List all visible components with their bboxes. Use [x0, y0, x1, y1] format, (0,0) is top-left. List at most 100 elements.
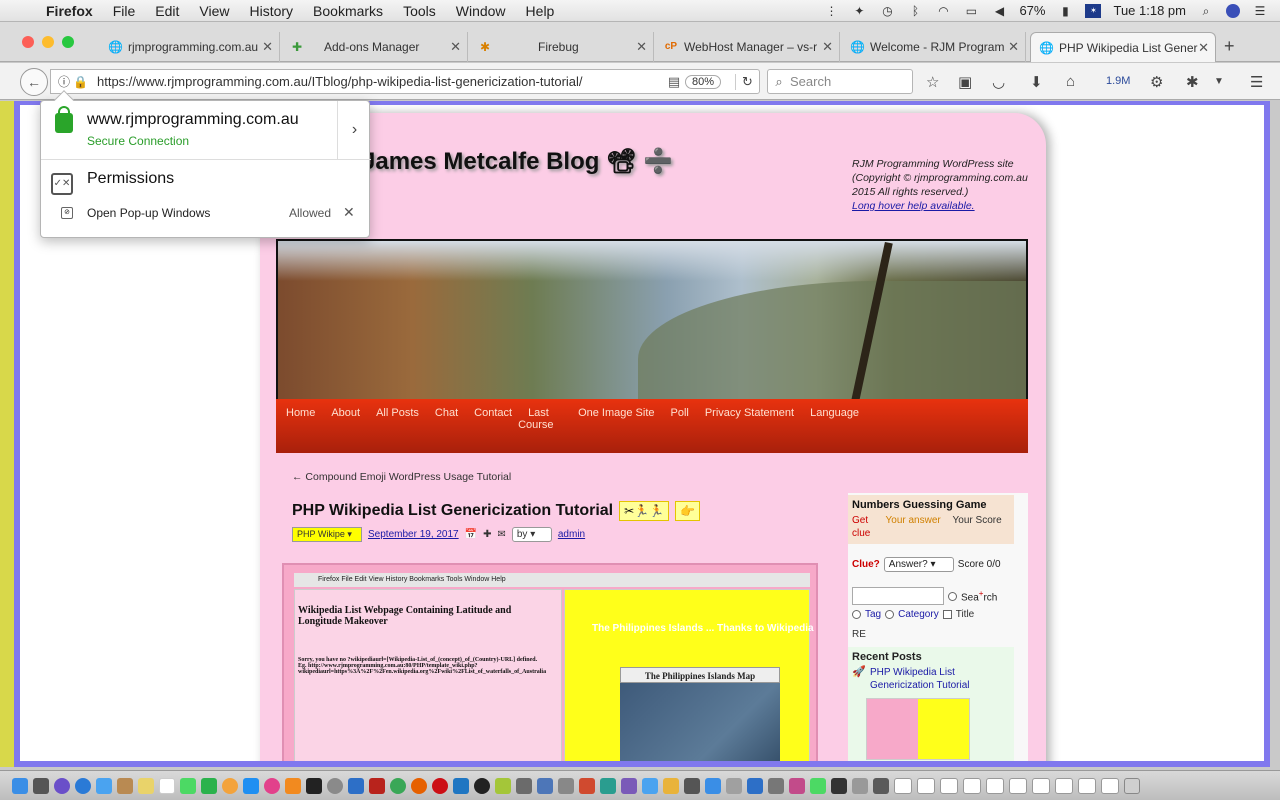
- messages-icon[interactable]: [180, 777, 196, 794]
- trash-icon[interactable]: [1124, 777, 1140, 794]
- clear-permission-icon[interactable]: ✕: [343, 204, 355, 221]
- calendar-dock-icon[interactable]: [159, 777, 175, 794]
- pocket-icon[interactable]: ◡: [992, 73, 1005, 91]
- close-tab-icon[interactable]: ✕: [450, 39, 461, 55]
- opera-icon[interactable]: [432, 777, 448, 794]
- app-icon[interactable]: [852, 777, 868, 794]
- github-icon[interactable]: [474, 777, 490, 794]
- close-tab-icon[interactable]: ✕: [1198, 40, 1209, 56]
- title-checkbox[interactable]: [942, 610, 952, 619]
- downloads-icon[interactable]: ⬇: [1030, 73, 1043, 91]
- tab-firebug[interactable]: ✱ Firebug ✕: [470, 32, 654, 62]
- tab-php-wikipedia-active[interactable]: 🌐 PHP Wikipedia List Gener ✕: [1030, 32, 1216, 62]
- search-radio[interactable]: [948, 591, 957, 601]
- recent-post-thumbnail[interactable]: [866, 698, 970, 760]
- nav-language[interactable]: Language: [810, 407, 859, 427]
- app-icon[interactable]: [747, 777, 763, 794]
- clock[interactable]: Tue 1:18 pm: [1113, 3, 1186, 18]
- close-tab-icon[interactable]: ✕: [636, 39, 647, 55]
- share-icon[interactable]: ✉: [497, 529, 505, 540]
- close-tab-icon[interactable]: ✕: [822, 39, 833, 55]
- answer-select[interactable]: Answer? ▾: [883, 557, 954, 572]
- site-info-icon[interactable]: ⓘ: [55, 73, 73, 90]
- app-icon[interactable]: [579, 777, 595, 794]
- window-thumbnail[interactable]: [986, 777, 1004, 794]
- close-tab-icon[interactable]: ✕: [262, 39, 273, 55]
- recent-post-title[interactable]: PHP Wikipedia List Genericization Tutori…: [870, 667, 970, 691]
- url-bar[interactable]: ⓘ 🔒 https://www.rjmprogramming.com.au/IT…: [50, 69, 760, 94]
- spotlight-icon[interactable]: ⌕: [1198, 4, 1214, 18]
- nav-one-image-site[interactable]: One Image Site: [578, 407, 654, 427]
- app-icon[interactable]: [831, 777, 847, 794]
- window-thumbnail[interactable]: [917, 777, 935, 794]
- previous-post-link[interactable]: ← Compound Emoji WordPress Usage Tutoria…: [292, 471, 511, 483]
- menu-tools[interactable]: Tools: [393, 3, 446, 19]
- app-icon[interactable]: [789, 777, 805, 794]
- tab-webhost-manager[interactable]: cP WebHost Manager – vs-r ✕: [656, 32, 840, 62]
- nav-last[interactable]: Last Course: [518, 407, 562, 431]
- window-thumbnail[interactable]: [1009, 777, 1027, 794]
- window-thumbnail[interactable]: [894, 777, 912, 794]
- chrome-icon[interactable]: [390, 777, 406, 794]
- filezilla-icon[interactable]: [369, 777, 385, 794]
- appstore-icon[interactable]: [243, 777, 259, 794]
- minimize-window-button[interactable]: [42, 36, 54, 48]
- app-icon[interactable]: [705, 777, 721, 794]
- calendar-icon[interactable]: 📅: [465, 529, 477, 540]
- app-icon[interactable]: [663, 777, 679, 794]
- window-thumbnail[interactable]: [940, 777, 958, 794]
- app-icon[interactable]: [684, 777, 700, 794]
- sidebar-search-input[interactable]: [852, 587, 944, 605]
- menu-file[interactable]: File: [103, 3, 146, 19]
- plus-icon[interactable]: ✚: [483, 529, 491, 540]
- reader-view-icon[interactable]: ▤: [663, 74, 685, 90]
- nav-poll[interactable]: Poll: [671, 407, 689, 427]
- contacts-icon[interactable]: [117, 777, 133, 794]
- window-thumbnail[interactable]: [963, 777, 981, 794]
- grid-icon[interactable]: ⋮: [823, 4, 839, 18]
- nav-chat[interactable]: Chat: [435, 407, 458, 427]
- app-icon[interactable]: [516, 777, 532, 794]
- safari-icon[interactable]: [75, 777, 91, 794]
- menu-app-firefox[interactable]: Firefox: [36, 3, 103, 19]
- download-count[interactable]: 1.9M: [1106, 75, 1130, 87]
- chevron-right-icon[interactable]: ›: [337, 101, 371, 159]
- notification-center-icon[interactable]: ☰: [1252, 4, 1268, 18]
- category-radio[interactable]: [885, 610, 895, 619]
- clue-label[interactable]: Clue?: [852, 559, 880, 570]
- search-input[interactable]: ⌕ Search: [767, 69, 913, 94]
- bluetooth-icon[interactable]: ᛒ: [907, 4, 923, 18]
- firebug-toolbar-icon[interactable]: ✱: [1186, 73, 1199, 91]
- extension-icon[interactable]: ⚙: [1150, 73, 1163, 91]
- close-tab-icon[interactable]: ✕: [1008, 39, 1019, 55]
- zoom-indicator[interactable]: 80%: [684, 74, 721, 89]
- nav-contact[interactable]: Contact: [474, 407, 512, 427]
- menu-help[interactable]: Help: [516, 3, 565, 19]
- post-emoji-badge[interactable]: ✂🏃🏃: [619, 501, 670, 521]
- activity-icon[interactable]: ✦: [851, 4, 867, 18]
- post-date-link[interactable]: September 19, 2017: [368, 529, 459, 540]
- app-icon[interactable]: [768, 777, 784, 794]
- new-tab-button[interactable]: +: [1224, 36, 1235, 57]
- mail-icon[interactable]: [96, 777, 112, 794]
- tag-radio[interactable]: [852, 610, 861, 619]
- books-icon[interactable]: [285, 777, 301, 794]
- tab-welcome-rjm[interactable]: 🌐 Welcome - RJM Program ✕: [842, 32, 1026, 62]
- menu-edit[interactable]: Edit: [145, 3, 189, 19]
- zoom-window-button[interactable]: [62, 36, 74, 48]
- nav-home[interactable]: Home: [286, 407, 315, 427]
- close-window-button[interactable]: [22, 36, 34, 48]
- home-icon[interactable]: ⌂: [1066, 73, 1075, 90]
- tab-addons-manager[interactable]: ✚ Add-ons Manager ✕: [282, 32, 468, 62]
- lock-icon[interactable]: 🔒: [73, 75, 88, 89]
- url-text[interactable]: https://www.rjmprogramming.com.au/ITblog…: [97, 74, 663, 89]
- post-featured-image[interactable]: Firefox File Edit View History Bookmarks…: [282, 563, 818, 761]
- app-icon[interactable]: [558, 777, 574, 794]
- tab-rjmprogramming[interactable]: 🌐 rjmprogramming.com.au ✕: [100, 32, 280, 62]
- app-icon[interactable]: [873, 777, 889, 794]
- author-link[interactable]: admin: [558, 529, 585, 540]
- window-thumbnail[interactable]: [1101, 777, 1119, 794]
- app-icon[interactable]: [537, 777, 553, 794]
- recent-post-link[interactable]: 🚀 PHP Wikipedia List Genericization Tuto…: [852, 666, 1010, 692]
- app-icon[interactable]: [726, 777, 742, 794]
